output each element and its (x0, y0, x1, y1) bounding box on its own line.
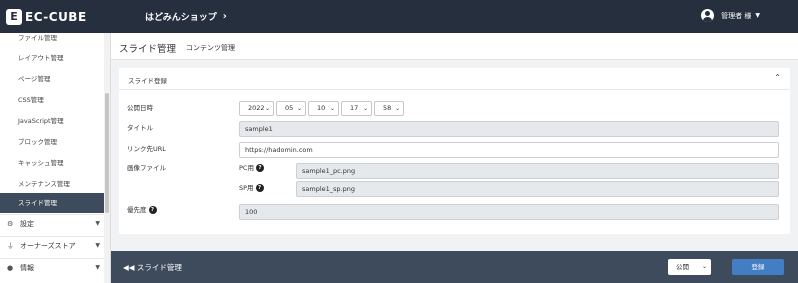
logo-text: EC-CUBE (25, 10, 87, 24)
info-icon: ● (7, 264, 14, 272)
priority-input[interactable]: 100 (239, 204, 779, 220)
title-input[interactable]: sample1 (239, 121, 779, 137)
user-name: 管理者 様 (721, 11, 752, 20)
publish-day-select[interactable]: 10 ⌄ (308, 101, 339, 116)
chevron-right-icon: › (222, 11, 227, 22)
page-title: スライド管理 (119, 44, 177, 55)
priority-label-text: 優先度 (127, 206, 147, 214)
publish-minute-value: 58 (383, 104, 392, 112)
link-label: リンク先URL (127, 145, 166, 153)
sidebar-item-page[interactable]: ページ管理 (0, 69, 104, 89)
sidebar-group-settings[interactable]: ⚙ 設定 ▼ (0, 214, 104, 232)
chevron-down-icon: ⌄ (264, 105, 270, 112)
help-icon[interactable]: ? (255, 184, 264, 192)
shop-link[interactable]: はどみんショップ › (145, 10, 227, 23)
sidebar-group-label: 設定 (20, 220, 34, 228)
chevron-down-icon: ▼ (95, 220, 100, 227)
publish-date-label: 公開日時 (127, 104, 153, 112)
status-value: 公開 (676, 263, 689, 271)
sidebar-item-maintenance[interactable]: メンテナンス管理 (0, 174, 104, 194)
chevron-down-icon: ▼ (755, 12, 760, 19)
sp-image-label: SP用? (239, 182, 264, 192)
plug-icon: ⏚ (7, 242, 14, 250)
footer-bar: ◀◀ スライド管理 公開 ⌄ 登録 (111, 251, 798, 283)
chevron-down-icon: ⌄ (296, 105, 302, 112)
user-avatar-icon (701, 9, 715, 22)
sidebar: ファイル管理 レイアウト管理 ページ管理 CSS管理 JavaScript管理 … (0, 33, 111, 283)
sidebar-item-css[interactable]: CSS管理 (0, 90, 104, 110)
pc-image-label: PC用? (239, 162, 264, 172)
publish-year-value: 2022 (248, 104, 265, 112)
scrollbar-thumb[interactable] (105, 93, 109, 213)
chevron-down-icon: ⌄ (329, 105, 335, 112)
chevron-down-icon: ⌄ (362, 105, 368, 112)
sidebar-item-javascript[interactable]: JavaScript管理 (0, 111, 104, 131)
logo-mark-icon: E (6, 9, 22, 25)
chevron-down-icon: ▼ (95, 264, 100, 271)
help-icon[interactable]: ? (255, 164, 264, 172)
sp-image-input[interactable]: sample1_sp.png (296, 181, 779, 197)
card-header[interactable]: スライド登録 ⌃ (119, 68, 790, 90)
status-select[interactable]: 公開 ⌄ (668, 259, 711, 275)
sidebar-item-file[interactable]: ファイル管理 (0, 28, 104, 48)
publish-day-value: 10 (317, 104, 326, 112)
sidebar-item-slide[interactable]: スライド管理 (0, 193, 104, 213)
chevron-down-icon: ⌄ (701, 263, 707, 270)
publish-hour-value: 17 (350, 104, 359, 112)
image-file-label: 画像ファイル (127, 164, 166, 172)
sidebar-group-info[interactable]: ● 情報 ▼ (0, 258, 104, 276)
sidebar-group-owners-store[interactable]: ⏚ オーナーズストア ▼ (0, 236, 104, 254)
card-title: スライド登録 (128, 77, 167, 85)
register-button[interactable]: 登録 (732, 259, 784, 275)
pc-image-input[interactable]: sample1_pc.png (296, 163, 779, 179)
sidebar-group-label: オーナーズストア (20, 242, 76, 250)
chevron-down-icon: ▼ (95, 242, 100, 249)
page-subtitle: コンテンツ管理 (186, 44, 235, 52)
publish-minute-select[interactable]: 58 ⌄ (374, 101, 404, 116)
chevron-down-icon: ⌄ (394, 105, 400, 112)
chevron-up-icon[interactable]: ⌃ (774, 73, 781, 82)
priority-label: 優先度? (127, 204, 157, 214)
eccube-logo[interactable]: E EC-CUBE (6, 9, 87, 25)
publish-month-select[interactable]: 05 ⌄ (276, 101, 306, 116)
sp-label-text: SP用 (239, 184, 254, 192)
shop-name: はどみんショップ (145, 13, 217, 23)
publish-year-select[interactable]: 2022 ⌄ (239, 101, 274, 116)
pc-label-text: PC用 (239, 164, 254, 172)
sidebar-scrollbar[interactable] (104, 33, 110, 283)
gear-icon: ⚙ (7, 220, 14, 228)
help-icon[interactable]: ? (148, 206, 157, 214)
user-menu[interactable]: 管理者 様 ▼ (701, 9, 760, 22)
back-to-slide-list-link[interactable]: ◀◀ スライド管理 (123, 262, 182, 273)
publish-month-value: 05 (285, 104, 294, 112)
sidebar-item-layout[interactable]: レイアウト管理 (0, 48, 104, 68)
title-label: タイトル (127, 124, 153, 132)
top-header: E EC-CUBE はどみんショップ › 管理者 様 ▼ (0, 0, 798, 33)
sidebar-group-label: 情報 (20, 264, 34, 272)
publish-hour-select[interactable]: 17 ⌄ (341, 101, 372, 116)
link-url-input[interactable]: https://hadomin.com (239, 142, 779, 158)
sidebar-item-cache[interactable]: キャッシュ管理 (0, 153, 104, 173)
sidebar-item-block[interactable]: ブロック管理 (0, 132, 104, 152)
page-title-bar: スライド管理 コンテンツ管理 (111, 33, 798, 60)
